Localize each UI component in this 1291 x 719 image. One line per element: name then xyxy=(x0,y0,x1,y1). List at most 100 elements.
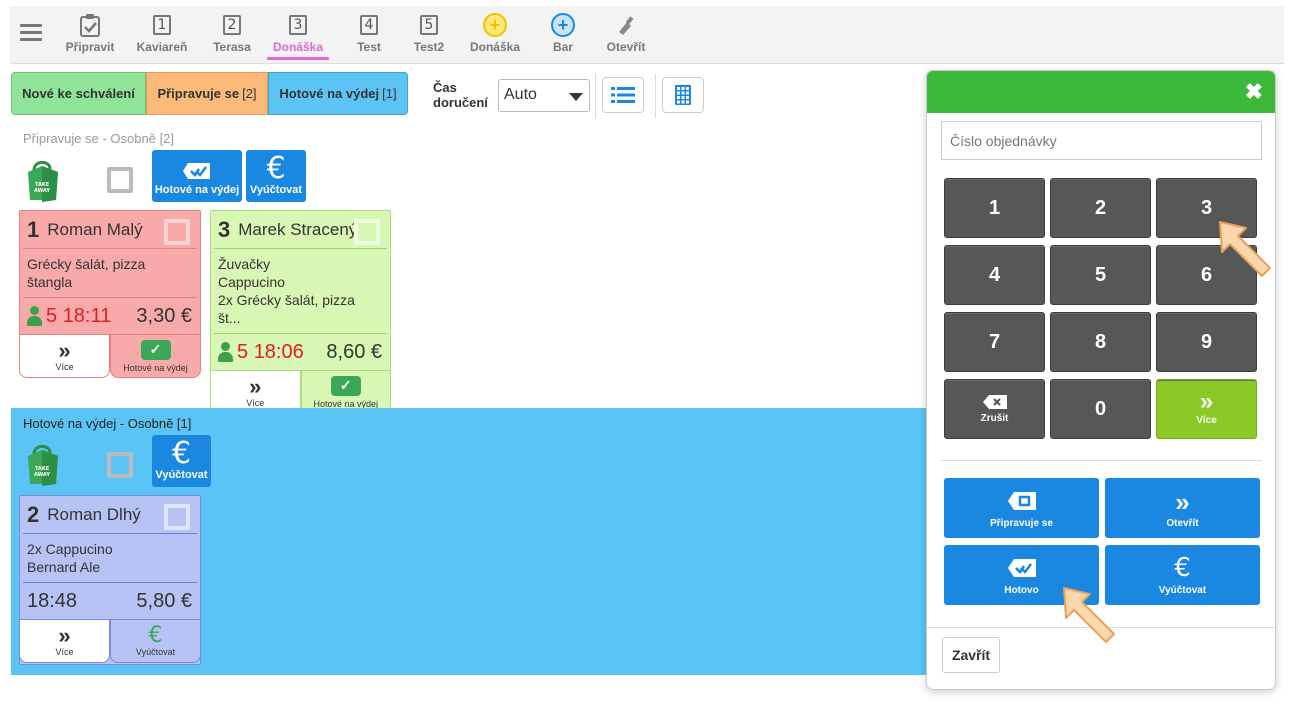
order-header: 1 Roman Malý xyxy=(23,211,197,249)
takeaway-bag-icon: TAKE AWAY xyxy=(28,444,58,486)
button-label: Vyúčtovat xyxy=(135,647,176,657)
ready-section: Hotové na výdej - Osobně [1] TAKE AWAY €… xyxy=(11,408,926,675)
nav-item-donaska[interactable]: 3 Donáška xyxy=(267,12,329,60)
table-4-icon: 4 xyxy=(360,15,378,35)
double-chevron-icon: » xyxy=(58,338,71,363)
nav-item-label: Terasa xyxy=(213,40,251,54)
time-value: 18:11 xyxy=(62,304,112,327)
filter-count: [1] xyxy=(382,86,397,101)
nav-item-new-bar[interactable]: + Bar xyxy=(548,12,578,54)
more-button[interactable]: » Více xyxy=(19,619,110,663)
filter-new-button[interactable]: Nové ke schválení xyxy=(11,72,146,115)
pay-order-button[interactable]: € Vyúčtovat xyxy=(1105,545,1260,605)
filter-preparing-button[interactable]: Připravuje se [2] xyxy=(146,72,268,115)
filter-ready-button[interactable]: Hotové na výdej [1] xyxy=(268,72,408,115)
button-label: Připravuje se xyxy=(990,518,1053,529)
table-2-icon: 2 xyxy=(223,15,241,35)
close-button[interactable]: Zavřít xyxy=(942,637,1000,673)
order-number: 2 xyxy=(27,501,40,527)
person-count: 5 xyxy=(237,340,249,363)
button-label: Více xyxy=(55,362,74,372)
label-line: doručení xyxy=(433,95,488,110)
list-icon xyxy=(611,87,635,103)
euro-icon: € xyxy=(171,436,192,471)
set-preparing-button[interactable]: Připravuje se xyxy=(944,478,1099,538)
nav-item-kaviaren[interactable]: 1 Kaviareň xyxy=(134,12,190,54)
key-more[interactable]: » Více xyxy=(1156,379,1257,439)
order-price: 8,60 € xyxy=(326,340,382,363)
more-button[interactable]: » Více xyxy=(19,334,110,378)
key-2[interactable]: 2 xyxy=(1050,178,1151,238)
key-1[interactable]: 1 xyxy=(944,178,1045,238)
order-header: 2 Roman Dlhý xyxy=(23,496,197,534)
key-0[interactable]: 0 xyxy=(1050,379,1151,439)
nav-item-label: Bar xyxy=(552,40,573,54)
filter-label: Nové ke schválení xyxy=(22,86,135,101)
time-value: 18:06 xyxy=(253,340,304,363)
order-checkbox[interactable] xyxy=(354,219,380,245)
app-root: Připravit 1 Kaviareň 2 Terasa 3 Donáška … xyxy=(0,0,1291,719)
customer-name: Roman Dlhý xyxy=(47,504,141,524)
order-checkbox[interactable] xyxy=(164,219,190,245)
section-select-checkbox[interactable] xyxy=(107,452,133,478)
button-label: Vyúčtovat xyxy=(249,184,303,196)
nav-item-test2[interactable]: 5 Test2 xyxy=(410,12,448,54)
key-cancel[interactable]: Zrušit xyxy=(944,379,1045,439)
order-actions: » Více ✓ Hotové na výdej xyxy=(19,334,201,378)
menu-icon[interactable] xyxy=(20,24,42,42)
order-footer: 5 18:06 8,60 € xyxy=(211,334,390,370)
divider xyxy=(941,460,1262,461)
button-label: Otevřít xyxy=(1166,518,1199,529)
euro-icon: € xyxy=(266,151,286,186)
table-3-icon: 3 xyxy=(289,15,307,35)
nav-item-open[interactable]: Otevřít xyxy=(604,12,648,54)
key-9[interactable]: 9 xyxy=(1156,312,1257,372)
close-icon[interactable]: ✖ xyxy=(1245,79,1263,105)
nav-item-new-donaska[interactable]: + Donáška xyxy=(467,12,523,54)
check-tag-icon xyxy=(183,163,210,179)
nav-item-test[interactable]: 4 Test xyxy=(350,12,388,54)
order-item: Grécky šalát, pizza štangla xyxy=(27,256,146,290)
key-7[interactable]: 7 xyxy=(944,312,1045,372)
numeric-keypad: 1 2 3 4 5 6 7 8 9 Zrušit 0 » Více xyxy=(944,178,1257,439)
pay-button[interactable]: € Vyúčtovat xyxy=(246,150,306,202)
divider xyxy=(655,74,656,118)
double-chevron-icon: » xyxy=(1175,487,1190,517)
delivery-time-select[interactable]: Auto xyxy=(498,79,590,112)
nav-item-label: Test xyxy=(357,40,381,54)
pay-order-button[interactable]: € Vyúčtovat xyxy=(110,619,201,663)
order-card[interactable]: 1 Roman Malý Grécky šalát, pizza štangla… xyxy=(19,210,201,378)
euro-icon: € xyxy=(148,623,163,648)
order-items: Žuvačky Cappucino 2x Grécky šalát, pizza… xyxy=(214,249,387,334)
order-number: 3 xyxy=(218,216,231,242)
order-item: Žuvačky xyxy=(218,256,271,272)
button-label: Hotovo xyxy=(1004,585,1039,596)
order-checkbox[interactable] xyxy=(164,504,190,530)
table-5-icon: 5 xyxy=(420,15,438,35)
double-chevron-icon: » xyxy=(1199,388,1214,415)
key-8[interactable]: 8 xyxy=(1050,312,1151,372)
chevron-down-icon xyxy=(569,93,583,101)
ready-button[interactable]: ✓ Hotové na výdej xyxy=(110,334,201,378)
grid-view-button[interactable] xyxy=(662,77,704,113)
order-card[interactable]: 2 Roman Dlhý 2x Cappucino Bernard Ale 18… xyxy=(19,495,201,665)
open-order-button[interactable]: » Otevřít xyxy=(1105,478,1260,538)
key-5[interactable]: 5 xyxy=(1050,245,1151,305)
button-label: Více xyxy=(246,398,265,408)
list-view-button[interactable] xyxy=(602,77,644,113)
nav-item-prepare[interactable]: Připravit xyxy=(63,12,117,54)
nav-item-terasa[interactable]: 2 Terasa xyxy=(209,12,255,54)
table-1-icon: 1 xyxy=(153,15,171,35)
key-4[interactable]: 4 xyxy=(944,245,1045,305)
section-select-checkbox[interactable] xyxy=(107,167,133,193)
mark-ready-button[interactable]: Hotové na výdej xyxy=(152,150,242,202)
pay-button[interactable]: € Vyúčtovat xyxy=(152,435,211,487)
order-card[interactable]: 3 Marek Stracený Žuvačky Cappucino 2x Gr… xyxy=(210,210,391,414)
nav-item-label: Kaviareň xyxy=(136,40,188,54)
person-icon xyxy=(218,342,233,362)
order-footer: 18:48 5,80 € xyxy=(20,583,200,619)
order-number-input[interactable] xyxy=(941,121,1262,160)
customer-name: Marek Stracený xyxy=(238,219,358,239)
dialog-header: ✖ xyxy=(927,71,1275,113)
order-item: 2x Cappucino xyxy=(27,541,113,557)
